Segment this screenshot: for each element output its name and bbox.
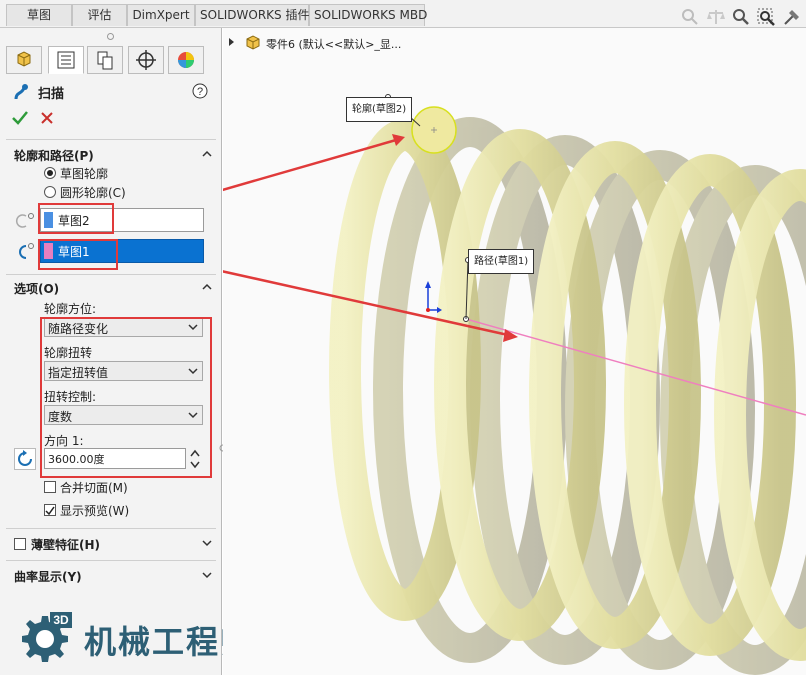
divider xyxy=(6,274,216,275)
radio-circle-profile-label: 圆形轮廓(C) xyxy=(60,186,126,200)
expand-arrow-icon[interactable] xyxy=(226,37,236,47)
configuration-icon xyxy=(97,51,113,70)
divider xyxy=(6,139,216,140)
tab-feature-manager[interactable] xyxy=(6,46,42,74)
tab-display-manager[interactable] xyxy=(168,46,204,74)
show-preview-label: 显示预览(W) xyxy=(60,504,130,518)
tab-dimxpert[interactable]: DimXpert xyxy=(127,4,195,26)
divider xyxy=(6,560,216,561)
section-header-curvature[interactable]: 曲率显示(Y) xyxy=(14,568,82,585)
gear-logo-icon: 3D xyxy=(22,612,72,662)
section-header-thin-feature[interactable]: 薄壁特征(H) xyxy=(31,536,100,553)
graphics-viewport[interactable] xyxy=(223,28,806,675)
feature-tree-icon xyxy=(17,51,31,67)
svg-text:?: ? xyxy=(197,86,203,98)
thin-feature-checkbox[interactable] xyxy=(14,538,26,550)
appearance-icon xyxy=(178,52,194,68)
chevron-down-icon[interactable] xyxy=(202,538,212,548)
tab-configuration-manager[interactable] xyxy=(87,46,123,74)
feature-title: 扫描 xyxy=(38,87,65,102)
watermark-badge: 3D xyxy=(53,613,69,627)
tab-dimxpert-manager[interactable] xyxy=(128,46,164,74)
path-selector-icon xyxy=(19,243,34,259)
divider xyxy=(6,528,216,529)
tab-evaluate[interactable]: 评估 xyxy=(72,4,127,26)
tab-solidworks-mbd[interactable]: SOLIDWORKS MBD xyxy=(309,4,427,26)
ok-check-icon[interactable] xyxy=(11,110,29,126)
previous-view-icon[interactable] xyxy=(782,7,802,27)
section-header-profile-path[interactable]: 轮廓和路径(P) xyxy=(14,147,94,164)
zoom-area-icon[interactable] xyxy=(756,7,776,27)
panel-grip[interactable] xyxy=(107,33,114,40)
annotation-box-options xyxy=(40,317,212,478)
manager-tabs xyxy=(3,46,219,74)
reverse-direction-icon[interactable] xyxy=(14,448,36,470)
zoom-icon[interactable] xyxy=(731,7,751,27)
help-icon[interactable]: ? xyxy=(192,83,208,99)
property-manager-icon xyxy=(57,51,75,69)
profile-selector-icon xyxy=(16,213,34,228)
tab-solidworks-addins[interactable]: SOLIDWORKS 插件 xyxy=(195,4,309,26)
spring-model[interactable] xyxy=(223,28,806,675)
annotation-box-profile xyxy=(38,203,114,234)
cancel-x-icon[interactable] xyxy=(40,111,54,125)
merge-tangent-faces-label: 合并切面(M) xyxy=(60,481,128,495)
part-tree-label[interactable]: 零件6 (默认<<默认>_显... xyxy=(266,36,401,52)
crosshair-icon xyxy=(136,50,156,70)
balance-icon[interactable] xyxy=(706,7,726,27)
sweep-icon xyxy=(14,84,28,100)
tab-sketch[interactable]: 草图 xyxy=(6,4,72,26)
chevron-up-icon[interactable] xyxy=(202,282,212,292)
zoom-to-fit-icon[interactable] xyxy=(680,7,700,27)
tab-property-manager[interactable] xyxy=(48,46,84,74)
annotation-box-path xyxy=(38,239,118,270)
callout-profile: 轮廓(草图2) xyxy=(346,97,413,122)
radio-circle-profile[interactable] xyxy=(44,186,56,198)
command-tab-bar: 草图 评估 DimXpert SOLIDWORKS 插件 SOLIDWORKS … xyxy=(0,0,806,28)
radio-sketch-profile[interactable] xyxy=(44,167,56,179)
chevron-up-icon[interactable] xyxy=(202,149,212,159)
profile-orientation-label: 轮廓方位: xyxy=(44,302,97,316)
checkmark-icon xyxy=(45,506,55,516)
merge-tangent-faces-checkbox[interactable] xyxy=(44,481,56,493)
callout-path: 路径(草图1) xyxy=(468,249,535,274)
part-icon xyxy=(246,35,260,50)
show-preview-checkbox[interactable] xyxy=(44,504,56,516)
radio-sketch-profile-label: 草图轮廓 xyxy=(60,167,109,181)
chevron-down-icon[interactable] xyxy=(202,570,212,580)
section-header-options[interactable]: 选项(O) xyxy=(14,280,59,297)
